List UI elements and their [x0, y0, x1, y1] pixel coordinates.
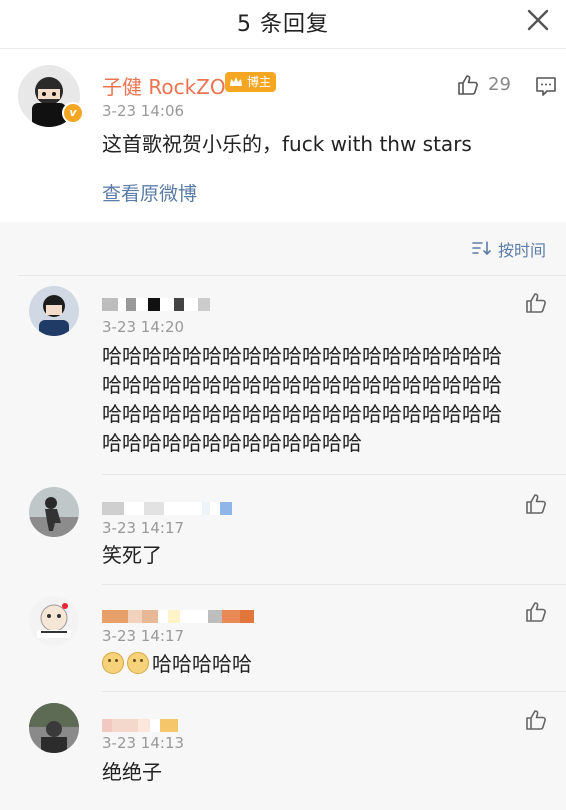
reply-icon[interactable] — [534, 74, 558, 98]
avatar[interactable] — [29, 286, 79, 336]
like-icon[interactable] — [524, 492, 548, 516]
like-count: 29 — [488, 74, 511, 95]
username[interactable]: 子健 RockZO — [102, 71, 226, 100]
comment-text: 哈哈哈哈哈 — [102, 650, 252, 679]
blurred-username — [102, 608, 254, 627]
blurred-username — [102, 296, 210, 315]
comment-text: 笑死了 — [102, 543, 162, 567]
page-title: 5 条回复 — [237, 12, 329, 37]
comment-time: 3-23 14:17 — [102, 627, 185, 645]
verified-badge-icon: v — [62, 102, 84, 124]
comment-line: 哈哈哈哈哈哈哈哈哈哈哈哈哈哈哈哈哈哈哈哈 — [102, 402, 502, 426]
blogger-badge-label: 博主 — [247, 75, 272, 89]
like-icon[interactable] — [524, 291, 548, 315]
doge-emoji-icon — [127, 652, 149, 674]
divider — [102, 584, 566, 585]
comment-line: 哈哈哈哈哈哈哈哈哈哈哈哈哈哈哈哈哈哈哈哈 — [102, 373, 502, 397]
comment-time: 3-23 14:17 — [102, 519, 185, 537]
blurred-username — [102, 500, 232, 519]
avatar[interactable] — [29, 596, 79, 646]
close-icon[interactable] — [524, 6, 552, 34]
comment-text-body: 哈哈哈哈哈 — [152, 652, 252, 676]
comment-line: 哈哈哈哈哈哈哈哈哈哈哈哈哈哈哈哈哈哈哈哈 — [102, 344, 502, 368]
divider — [18, 275, 566, 276]
avatar[interactable] — [29, 487, 79, 537]
comment-text: 哈哈哈哈哈哈哈哈哈哈哈哈哈哈哈哈哈哈哈哈 哈哈哈哈哈哈哈哈哈哈哈哈哈哈哈哈哈哈哈… — [102, 342, 502, 458]
like-icon[interactable] — [456, 73, 480, 97]
avatar[interactable] — [29, 703, 79, 753]
comment-text: 绝绝子 — [102, 760, 162, 784]
crown-icon — [230, 77, 242, 86]
comment-time: 3-23 14:06 — [102, 102, 185, 120]
sort-icon — [472, 241, 491, 256]
doge-emoji-icon — [102, 652, 124, 674]
like-icon[interactable] — [524, 600, 548, 624]
comment-time: 3-23 14:20 — [102, 318, 185, 336]
comment-line: 哈哈哈哈哈哈哈哈哈哈哈哈哈 — [102, 431, 362, 455]
divider — [102, 474, 566, 475]
sort-label: 按时间 — [498, 241, 547, 260]
header-bar: 5 条回复 — [0, 0, 566, 49]
like-icon[interactable] — [524, 708, 548, 732]
comment-text: 这首歌祝贺小乐的，fuck with thw stars — [102, 132, 472, 156]
blogger-badge: 博主 — [225, 72, 277, 92]
comment-time: 3-23 14:13 — [102, 734, 185, 752]
view-original-link[interactable]: 查看原微博 — [102, 179, 197, 206]
divider — [102, 691, 566, 692]
